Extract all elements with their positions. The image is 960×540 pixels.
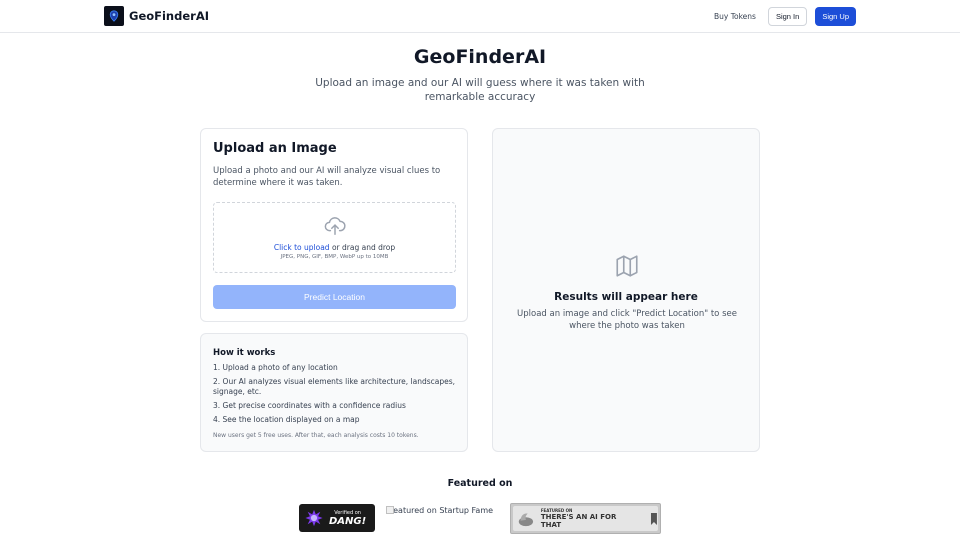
- featured-on-title: Featured on: [447, 478, 513, 489]
- how-it-works-title: How it works: [213, 348, 276, 358]
- buy-tokens-link[interactable]: Buy Tokens: [710, 12, 760, 21]
- results-placeholder-title: Results will appear here: [554, 291, 698, 303]
- pricing-note: New users get 5 free uses. After that, e…: [213, 432, 419, 439]
- page-subtitle: Upload an image and our AI will guess wh…: [315, 77, 645, 103]
- startup-fame-badge[interactable]: Featured on Startup Fame: [386, 505, 496, 533]
- dropzone-text: Click to upload or drag and drop: [214, 243, 455, 252]
- top-nav-bar: GeoFinderAI Buy Tokens Sign In Sign Up: [0, 0, 960, 33]
- aift-logo-text: THERE'S AN AI FOR THAT: [540, 513, 617, 529]
- step-item: 4. See the location displayed on a map: [213, 415, 360, 424]
- brand-home-link[interactable]: GeoFinderAI: [104, 6, 209, 26]
- nav-actions: Buy Tokens Sign In Sign Up: [710, 7, 856, 26]
- click-to-upload-link[interactable]: Click to upload: [274, 243, 330, 252]
- image-dropzone[interactable]: Click to upload or drag and drop JPEG, P…: [213, 202, 456, 273]
- broken-image-icon: [386, 506, 394, 514]
- bookmark-icon: [651, 512, 658, 525]
- upload-card: Upload an Image Upload a photo and our A…: [200, 128, 468, 322]
- upload-title: Upload an Image: [213, 141, 337, 156]
- results-panel: Results will appear here Upload an image…: [492, 128, 760, 452]
- brand-name: GeoFinderAI: [129, 9, 210, 23]
- predict-location-button[interactable]: Predict Location: [213, 285, 456, 309]
- file-type-hint: JPEG, PNG, GIF, BMP, WebP up to 10MB: [280, 254, 389, 260]
- map-icon: [613, 253, 641, 283]
- sign-in-button[interactable]: Sign In: [767, 7, 808, 26]
- cloud-upload-icon: [324, 215, 346, 241]
- sign-up-button[interactable]: Sign Up: [815, 7, 856, 26]
- geofinder-logo-icon: [104, 6, 124, 26]
- step-item: 3. Get precise coordinates with a confid…: [213, 401, 406, 410]
- aift-logo-icon: [518, 512, 534, 526]
- startup-fame-alt-text: Featured on Startup Fame: [388, 506, 494, 515]
- dang-logo-text: DANG!: [329, 515, 367, 527]
- upload-description: Upload a photo and our AI will analyze v…: [213, 166, 441, 188]
- step-item: 1. Upload a photo of any location: [213, 363, 338, 372]
- results-placeholder-description: Upload an image and click "Predict Locat…: [517, 309, 737, 331]
- dang-star-icon: [305, 509, 323, 527]
- theres-an-ai-for-that-badge[interactable]: FEATURED ON THERE'S AN AI FOR THAT: [510, 503, 661, 534]
- step-item: 2. Our AI analyzes visual elements like …: [213, 377, 456, 396]
- how-it-works-card: How it works 1. Upload a photo of any lo…: [200, 333, 468, 452]
- dang-badge[interactable]: Verified on DANG!: [299, 504, 375, 532]
- drag-drop-text: or drag and drop: [329, 243, 396, 252]
- page-title: GeoFinderAI: [413, 46, 547, 68]
- how-it-works-steps: 1. Upload a photo of any location 2. Our…: [213, 363, 458, 429]
